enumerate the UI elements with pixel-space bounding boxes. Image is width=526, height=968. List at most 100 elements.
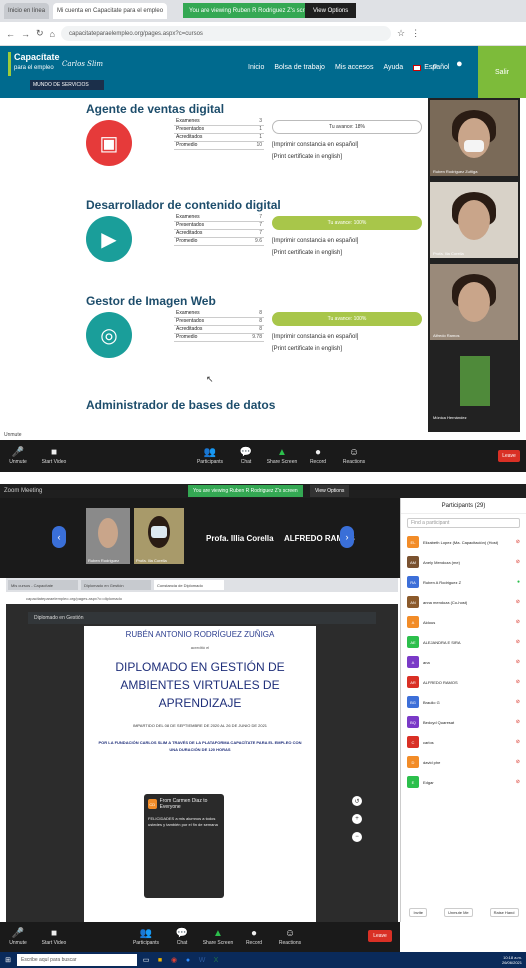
leave-button[interactable]: Leave <box>368 930 392 942</box>
word-icon[interactable]: W <box>197 955 207 965</box>
url-field[interactable]: capacitateparaelempleo.org/pages.aspx?c=… <box>60 26 391 41</box>
browser-tab-active[interactable]: Constancia de Diplomado <box>154 580 224 590</box>
participant-name: david phe <box>423 759 441 765</box>
pdf-viewer-toolbar: Diplomado en Gestión <box>28 612 376 624</box>
task-view-icon[interactable]: ▭ <box>141 955 151 965</box>
browser-tab-active[interactable]: Mi cuenta en Capacitate para el empleo <box>53 3 168 19</box>
url-field[interactable]: capacitateparaelempleo.org/pages.aspx?c=… <box>6 592 398 604</box>
zoom-in-icon[interactable]: + <box>352 814 362 824</box>
star-icon[interactable]: ☆ <box>397 28 405 39</box>
user-icon[interactable]: ● <box>456 58 463 70</box>
excel-icon[interactable]: X <box>211 955 221 965</box>
participant-row[interactable]: AM Anely Mendoza (me) ⊘ <box>401 552 526 572</box>
stat-value: 7 <box>259 222 262 228</box>
back-icon[interactable]: ← <box>6 29 15 39</box>
reload-icon[interactable]: ↻ <box>36 28 44 39</box>
nav-item-inicio[interactable]: Inicio <box>248 64 264 71</box>
browser-tab[interactable]: Diplomado en Gestión <box>81 580 151 590</box>
chrome-icon[interactable]: ◉ <box>169 955 179 965</box>
video-tile[interactable]: Ruben Rodriguez <box>86 508 130 564</box>
mic-icon: ● <box>516 579 520 585</box>
start-video-button[interactable]: ■ Start Video <box>36 447 72 465</box>
fit-page-icon[interactable]: ↺ <box>352 796 362 806</box>
nav-item-accesos[interactable]: Mis accesos <box>335 64 374 71</box>
extensions-icon[interactable]: ⋮ <box>411 28 420 39</box>
nav-item-bolsa[interactable]: Bolsa de trabajo <box>274 64 325 71</box>
print-cert-en-link[interactable]: [Print certificate in english] <box>272 154 342 160</box>
reactions-button[interactable]: ☺ Reactions <box>272 928 308 946</box>
chat-notification[interactable]: CD From Carmen Diaz to Everyone FELICIDAD… <box>144 794 224 898</box>
video-tile[interactable]: Profa. Ilia Corella <box>430 182 518 258</box>
unmute-me-button[interactable]: Unmute Me <box>443 907 473 917</box>
chat-button[interactable]: 💬 Chat <box>228 447 264 465</box>
share-screen-button[interactable]: ▲ Share Screen <box>264 447 300 465</box>
record-button[interactable]: ● Record <box>300 447 336 465</box>
stat-label: Acreditados <box>176 134 203 140</box>
zoom-icon[interactable]: ● <box>183 955 193 965</box>
participant-name: Ruben Rodriguez <box>88 558 120 563</box>
chevron-left-icon[interactable]: ‹ <box>52 526 66 548</box>
participant-row[interactable]: RA Ruben A Rodriguez Z ● <box>401 572 526 592</box>
participant-row[interactable]: BQ Bedoyd Quaresat ⊘ <box>401 712 526 732</box>
forward-icon[interactable]: → <box>21 29 30 39</box>
reactions-button[interactable]: ☺ Reactions <box>336 447 372 465</box>
video-tile[interactable]: Ruben Rodriguez Zuñiga <box>430 100 518 176</box>
taskbar-search-input[interactable]: Escribe aquí para buscar <box>17 954 137 966</box>
microphone-icon: 🎤 <box>11 447 25 458</box>
nav-item-ayuda[interactable]: Ayuda <box>383 64 403 71</box>
course-title: Administrador de bases de datos <box>86 398 276 412</box>
video-tile[interactable]: Alfredo Ramos <box>430 264 518 340</box>
share-screen-icon: ▲ <box>277 447 287 458</box>
certificate-caption: acreditó el <box>190 645 210 650</box>
folder-icon[interactable]: ■ <box>155 955 165 965</box>
home-icon[interactable]: ⌂ <box>50 29 55 39</box>
chat-sender: From Carmen Diaz to Everyone <box>159 798 208 810</box>
zoom-out-icon[interactable]: − <box>352 832 362 842</box>
chat-sender-row: CD From Carmen Diaz to Everyone <box>148 798 220 810</box>
windows-start-icon[interactable]: ⊞ <box>3 955 13 965</box>
participant-row[interactable]: Ddavid phe ⊘ <box>401 752 526 772</box>
muted-mic-icon: ⊘ <box>515 539 520 545</box>
view-options-button[interactable]: View Options <box>310 485 350 497</box>
participant-name: anna mendoza (Co-host) <box>423 599 468 605</box>
participant-row[interactable]: AN anna mendoza (Co-host) ⊘ <box>401 592 526 612</box>
start-video-button[interactable]: ■ Start Video <box>36 928 72 946</box>
logo-script: Carlos Slim <box>62 60 104 68</box>
stat-value: 8 <box>259 326 262 332</box>
print-cert-es-link[interactable]: [Imprimir constancia en español] <box>272 334 358 340</box>
participant-row[interactable]: Ccarlos ⊘ <box>401 732 526 752</box>
unmute-button[interactable]: 🎤 Unmute <box>0 447 36 465</box>
participant-search-input[interactable]: Find a participant <box>407 518 520 528</box>
exit-button[interactable]: Salir <box>478 46 526 98</box>
chevron-right-icon[interactable]: › <box>340 526 354 548</box>
invite-button[interactable]: Invite <box>409 907 428 917</box>
browser-tab[interactable]: Inicio en línea <box>4 3 50 19</box>
share-screen-button[interactable]: ▲ Share Screen <box>200 928 236 946</box>
participant-row[interactable]: AR ALFREDO RAMOS ⊘ <box>401 672 526 692</box>
view-options-button[interactable]: View Options <box>305 3 357 18</box>
participant-row[interactable]: EL Elizabeth Lopez (Ma. Capacitación) (Ho… <box>401 532 526 552</box>
search-icon[interactable]: ⌕ <box>432 60 438 73</box>
participants-button[interactable]: 👥 Participants <box>192 447 228 465</box>
chat-button[interactable]: 💬 Chat <box>164 928 200 946</box>
participant-row[interactable]: AE ALEJANDRA E SIRA ⊘ <box>401 632 526 652</box>
raise-hand-button[interactable]: Raise Hand <box>489 907 519 917</box>
participant-row[interactable]: BG Braulio G ⊘ <box>401 692 526 712</box>
video-tile[interactable]: Profa. Ilia Corella <box>134 508 184 564</box>
participants-button[interactable]: 👥 Participants <box>128 928 164 946</box>
stat-value: 7 <box>259 230 262 236</box>
browser-tab[interactable]: Mis cursos - Capacítate <box>8 580 78 590</box>
print-cert-es-link[interactable]: [Imprimir constancia en español] <box>272 238 358 244</box>
leave-button[interactable]: Leave <box>498 450 520 462</box>
video-tile[interactable]: Mónica Hernández <box>430 346 518 422</box>
participant-name: ALFREDO RAMOS <box>423 679 458 685</box>
record-button[interactable]: ● Record <box>236 928 272 946</box>
print-cert-en-link[interactable]: [Print certificate in english] <box>272 250 342 256</box>
stat-value: 8 <box>259 310 262 316</box>
print-cert-es-link[interactable]: [Imprimir constancia en español] <box>272 142 358 148</box>
participant-row[interactable]: A Aldous ⊘ <box>401 612 526 632</box>
print-cert-en-link[interactable]: [Print certificate in english] <box>272 346 342 352</box>
participant-row[interactable]: Aana ⊘ <box>401 652 526 672</box>
participant-row[interactable]: E Edgar ⊘ <box>401 772 526 792</box>
unmute-button[interactable]: 🎤 Unmute <box>0 928 36 946</box>
